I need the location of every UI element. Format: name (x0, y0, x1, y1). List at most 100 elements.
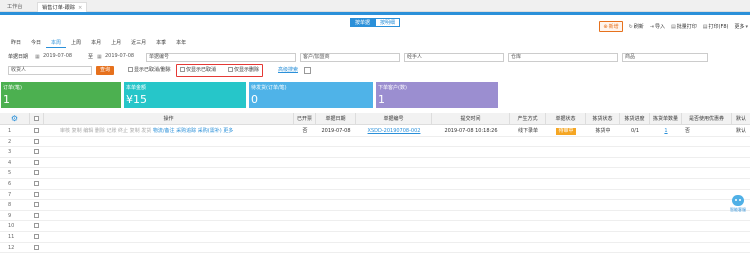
col-doc-no[interactable]: 单据编号 (356, 113, 432, 125)
receiver-input[interactable]: 收货人 (8, 66, 92, 75)
row-checkbox[interactable] (30, 232, 44, 242)
robot-label: 智能客服 (730, 207, 746, 212)
checkbox-icon (34, 149, 39, 155)
checkbox-icon (34, 138, 39, 144)
robot-icon (732, 195, 744, 206)
table-row: 5 (0, 168, 750, 179)
plus-icon: ⊕ (603, 23, 608, 30)
row-checkbox[interactable] (30, 190, 44, 200)
col-coupon: 是否使用优惠券 (682, 113, 732, 125)
op-purchase-track[interactable]: 采购追踪 (176, 128, 196, 134)
row-checkbox[interactable] (30, 147, 44, 157)
row-checkbox[interactable] (30, 158, 44, 168)
column-settings[interactable]: ⚙ (0, 113, 30, 125)
op-post[interactable]: 记账 (106, 128, 116, 134)
tab-by-document[interactable]: 按单据 (350, 18, 376, 27)
table-row[interactable]: 1 审核 复制 编辑 删除 记账 终止 复制 发货 物流/备注 采购追踪 采购(… (0, 126, 750, 137)
query-button[interactable]: 查询 (96, 66, 114, 75)
row-checkbox[interactable] (30, 221, 44, 231)
import-button[interactable]: ⇥ 导入 (649, 23, 665, 31)
handler-input[interactable]: 经手人 (404, 53, 504, 62)
batch-print-button[interactable]: ▤ 批量打印 (671, 23, 697, 31)
checkbox-icon (34, 191, 39, 197)
col-date[interactable]: 单据日期 (316, 113, 356, 125)
new-button[interactable]: ⊕ 新增 (599, 21, 623, 32)
row-checkbox[interactable] (30, 200, 44, 210)
date-end-input[interactable]: 2019-07-08 (103, 53, 149, 62)
summary-cards: 订单(笔) 1 本单金额 ¥15 待发货(订单/笔) 0 下单客户(数) 1 (1, 82, 498, 108)
row-checkbox[interactable] (30, 243, 44, 253)
op-more[interactable]: 更多 (223, 128, 233, 134)
op-logistics[interactable]: 物流/备注 (153, 128, 175, 134)
row-ops: 审核 复制 编辑 删除 记账 终止 复制 发货 物流/备注 采购追踪 采购(需补… (60, 126, 290, 136)
row-checkbox[interactable] (30, 137, 44, 147)
checkbox-icon (128, 67, 133, 72)
range-this-week[interactable]: 本周 (46, 39, 67, 48)
op-purchase-need[interactable]: 采购(需补) (198, 128, 222, 134)
range-this-quarter[interactable]: 本季 (151, 39, 171, 48)
op-audit[interactable]: 审核 (60, 128, 70, 134)
expand-icon[interactable] (304, 67, 311, 74)
op-stop[interactable]: 终止 (118, 128, 128, 134)
op-edit[interactable]: 编辑 (83, 128, 93, 134)
checkbox-icon (34, 244, 39, 250)
gear-icon: ⚙ (10, 114, 19, 123)
row-checkbox[interactable] (30, 168, 44, 178)
refresh-button[interactable]: ↻ 刷新 (629, 23, 644, 31)
customer-input[interactable]: 客户/加盟商 (300, 53, 400, 62)
range-this-year[interactable]: 本年 (171, 39, 191, 48)
printer-icon: ▤ (702, 23, 708, 30)
import-icon: ⇥ (649, 23, 654, 30)
row-checkbox[interactable] (30, 211, 44, 221)
card-pending-ship[interactable]: 待发货(订单/笔) 0 (249, 82, 373, 108)
op-copy[interactable]: 复制 (72, 128, 82, 134)
range-last-three-months[interactable]: 近三月 (126, 39, 151, 48)
print-button[interactable]: ▤ 打印(F8) (702, 23, 729, 31)
highlight-box (176, 64, 263, 77)
card-orders[interactable]: 订单(笔) 1 (1, 82, 121, 108)
close-icon[interactable]: × (78, 5, 82, 11)
tab-workbench[interactable]: 工作台 (3, 2, 27, 12)
range-last-week[interactable]: 上周 (66, 39, 86, 48)
tab-by-detail[interactable]: 按明细 (375, 18, 401, 27)
tab-sales-order-track[interactable]: 销售订单-跟踪 × (37, 2, 88, 12)
cell-default: 默认 (735, 128, 746, 134)
assistant-robot[interactable]: 智能客服 (730, 195, 746, 217)
cell-invoiced: 否 (302, 128, 308, 134)
col-pick-progress: 拣货进度 (620, 113, 650, 125)
calendar-icon: ▦ (97, 54, 102, 60)
cell-submit-time: 2019-07-08 10:18:26 (444, 128, 498, 134)
status-badge: 待审中 (556, 128, 576, 135)
table-row: 6 (0, 179, 750, 190)
date-start-input[interactable]: 2019-07-08 (41, 53, 87, 62)
col-source: 产生方式 (510, 113, 546, 125)
warehouse-input[interactable]: 仓库 (508, 53, 618, 62)
card-customers[interactable]: 下单客户(数) 1 (376, 82, 498, 108)
cell-pick-count[interactable]: 1 (650, 126, 682, 136)
card-amount[interactable]: 本单金额 ¥15 (124, 82, 246, 108)
op-copy-2[interactable]: 复制 (130, 128, 140, 134)
range-today[interactable]: 今日 (26, 39, 46, 48)
col-submit-time[interactable]: 提交时间 (432, 113, 510, 125)
range-yesterday[interactable]: 昨日 (6, 39, 26, 48)
show-cancelled-checkbox[interactable]: 显示已取消/删除 (128, 66, 171, 75)
cell-status: 待审中 (546, 126, 586, 136)
op-delete[interactable]: 删除 (95, 128, 105, 134)
doc-no-input[interactable]: 单据编号 (146, 53, 296, 62)
date-range-bar: 昨日 今日 本周 上周 本月 上月 近三月 本季 本年 (6, 39, 191, 48)
range-this-month[interactable]: 本月 (86, 39, 106, 48)
table-row: 12 (0, 243, 750, 254)
select-all-checkbox[interactable] (30, 113, 44, 125)
top-tab-bar: 工作台 销售订单-跟踪 × (0, 0, 750, 12)
product-input[interactable]: 商品 (622, 53, 708, 62)
row-checkbox[interactable] (30, 126, 44, 136)
col-invoiced: 已开票 (294, 113, 316, 125)
table-row: 3 (0, 147, 750, 158)
row-checkbox[interactable] (30, 179, 44, 189)
range-last-month[interactable]: 上月 (106, 39, 126, 48)
advanced-search-link[interactable]: 高级搜索 (278, 66, 298, 75)
more-button[interactable]: 更多 ▾ (734, 23, 748, 31)
col-status: 单据状态 (546, 113, 586, 125)
cell-doc-no[interactable]: XSDD-20190708-002 (356, 126, 432, 136)
op-ship[interactable]: 发货 (141, 128, 151, 134)
